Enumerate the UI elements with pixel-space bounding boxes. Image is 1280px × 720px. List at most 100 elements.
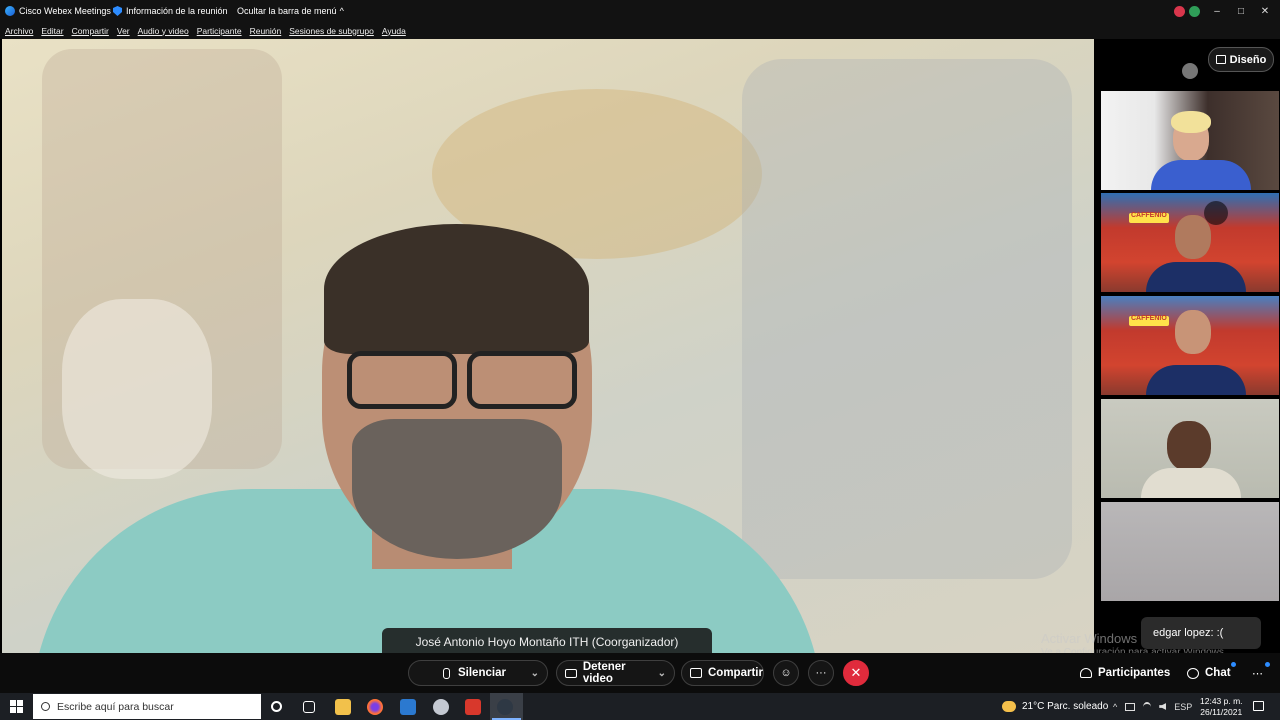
search-placeholder: Escribe aquí para buscar: [57, 700, 174, 713]
main-speaker-video[interactable]: [2, 39, 1094, 653]
close-icon: ✕: [850, 665, 862, 680]
minimize-button[interactable]: –: [1210, 6, 1224, 17]
participants-button[interactable]: Participantes: [1080, 660, 1170, 686]
layout-label: Diseño: [1229, 53, 1267, 66]
user-avatar-icon[interactable]: [1174, 5, 1185, 17]
chat-icon: [1187, 667, 1199, 679]
meeting-info-label: Información de la reunión: [126, 6, 228, 16]
webex-taskbar-icon[interactable]: [497, 699, 513, 715]
layout-button[interactable]: Diseño: [1208, 47, 1274, 72]
participants-label: Participantes: [1098, 667, 1171, 679]
smiley-icon: ☺: [780, 667, 792, 679]
weather-widget[interactable]: 21°C Parc. soleado: [1002, 693, 1108, 720]
taskbar-clock[interactable]: 12:43 p. m. 26/11/2021: [1200, 696, 1243, 718]
file-explorer-icon[interactable]: [335, 699, 351, 715]
app-name: Cisco Webex Meetings: [19, 6, 111, 16]
cortana-icon[interactable]: [271, 701, 282, 712]
chat-notification[interactable]: edgar lopez: :(: [1141, 617, 1261, 649]
participant-body: [1151, 160, 1251, 190]
chat-unread-indicator: [1231, 662, 1236, 667]
microphone-icon: [443, 667, 450, 679]
end-call-button[interactable]: ✕: [843, 660, 869, 686]
chevron-down-icon[interactable]: ⌄: [658, 668, 666, 679]
window-controls: – □ ✕: [1174, 0, 1272, 22]
title-bar: Cisco Webex Meetings Información de la r…: [0, 0, 1280, 22]
pdf-reader-icon[interactable]: [465, 699, 481, 715]
speaker-beard: [352, 419, 562, 559]
menu-ver[interactable]: Ver: [117, 26, 130, 36]
stop-video-label: Detener video: [582, 661, 626, 685]
background-mural-figure: [62, 299, 212, 479]
speaker-glasses: [467, 351, 577, 409]
chevron-down-icon[interactable]: ⌄: [531, 668, 539, 679]
menu-participante[interactable]: Participante: [197, 26, 242, 36]
participant-face: [1167, 421, 1211, 471]
participant-video-3[interactable]: CAFFENIO: [1101, 296, 1279, 395]
camera-icon: [565, 668, 577, 678]
chat-label: Chat: [1205, 667, 1231, 679]
wifi-icon[interactable]: [1143, 701, 1152, 712]
menu-ayuda[interactable]: Ayuda: [382, 26, 406, 36]
webex-logo-icon: [5, 6, 15, 16]
participant-hair: [1171, 111, 1211, 133]
menu-compartir[interactable]: Compartir: [72, 26, 109, 36]
store-sign-text: CAFFENIO: [1131, 212, 1167, 219]
participant-video-1[interactable]: [1101, 91, 1279, 190]
car-app-icon[interactable]: [433, 699, 449, 715]
status-avatar-icon[interactable]: [1189, 5, 1200, 17]
microphone-muted-icon: [1204, 201, 1228, 225]
participants-icon: [1080, 668, 1092, 678]
menu-sesiones-subgrupo[interactable]: Sesiones de subgrupo: [289, 26, 374, 36]
menu-reunion[interactable]: Reunión: [250, 26, 282, 36]
participant-video-4[interactable]: [1101, 399, 1279, 498]
hide-menu-bar-button[interactable]: Ocultar la barra de menú ^: [237, 0, 344, 22]
firefox-icon[interactable]: [367, 699, 383, 715]
more-unread-indicator: [1265, 662, 1270, 667]
weather-text: 21°C Parc. soleado: [1022, 701, 1109, 712]
reactions-button[interactable]: ☺: [773, 660, 799, 686]
participant-video-2[interactable]: CAFFENIO: [1101, 193, 1279, 292]
menu-audio-video[interactable]: Audio y video: [138, 26, 189, 36]
photos-icon[interactable]: [400, 699, 416, 715]
system-tray: ^ ESP: [1113, 693, 1192, 720]
close-window-button[interactable]: ✕: [1258, 6, 1272, 17]
battery-icon[interactable]: [1125, 702, 1136, 711]
ellipsis-icon: ···: [815, 667, 827, 679]
background-mural-figure: [742, 59, 1072, 579]
activate-windows-watermark: Activar Windows: [1041, 631, 1138, 646]
windows-start-icon[interactable]: [10, 700, 23, 713]
participant-face: [1175, 310, 1211, 354]
notifications-icon[interactable]: [1253, 701, 1264, 711]
stop-video-button[interactable]: Detener video ⌄: [556, 660, 675, 686]
menu-editar[interactable]: Editar: [41, 26, 63, 36]
partly-sunny-icon: [1002, 701, 1016, 712]
share-button[interactable]: Compartir: [681, 660, 764, 686]
tray-chevron-icon[interactable]: ^: [1113, 702, 1117, 712]
meeting-controls: Silenciar ⌄ Detener video ⌄ Compartir ☺ …: [0, 653, 1280, 693]
more-options-button[interactable]: ···: [808, 660, 834, 686]
chevron-up-icon: ^: [339, 6, 344, 16]
participant-video-5[interactable]: [1101, 502, 1279, 601]
language-indicator[interactable]: ESP: [1174, 702, 1192, 712]
clock-time: 12:43 p. m.: [1200, 696, 1243, 706]
participant-body: [1141, 468, 1241, 498]
windows-taskbar: Escribe aquí para buscar 21°C Parc. sole…: [0, 693, 1280, 720]
volume-icon[interactable]: [1159, 703, 1167, 710]
menu-bar: Archivo Editar Compartir Ver Audio y vid…: [0, 22, 1280, 39]
task-view-icon[interactable]: [303, 701, 315, 713]
meeting-info-button[interactable]: Información de la reunión: [113, 0, 228, 22]
menu-archivo[interactable]: Archivo: [5, 26, 33, 36]
chat-button[interactable]: Chat: [1187, 660, 1231, 686]
participant-body: [1146, 262, 1246, 292]
layout-icon: [1215, 55, 1226, 64]
self-avatar[interactable]: [1182, 63, 1198, 79]
mute-label: Silenciar: [458, 667, 506, 679]
share-screen-icon: [690, 668, 702, 678]
store-sign-text: CAFFENIO: [1131, 315, 1167, 322]
participant-body: [1146, 365, 1246, 395]
share-label: Compartir: [708, 667, 763, 679]
more-right-button[interactable]: ⋯: [1252, 667, 1263, 680]
mute-button[interactable]: Silenciar ⌄: [408, 660, 548, 686]
taskbar-search-box[interactable]: Escribe aquí para buscar: [33, 694, 261, 719]
maximize-button[interactable]: □: [1234, 6, 1248, 17]
